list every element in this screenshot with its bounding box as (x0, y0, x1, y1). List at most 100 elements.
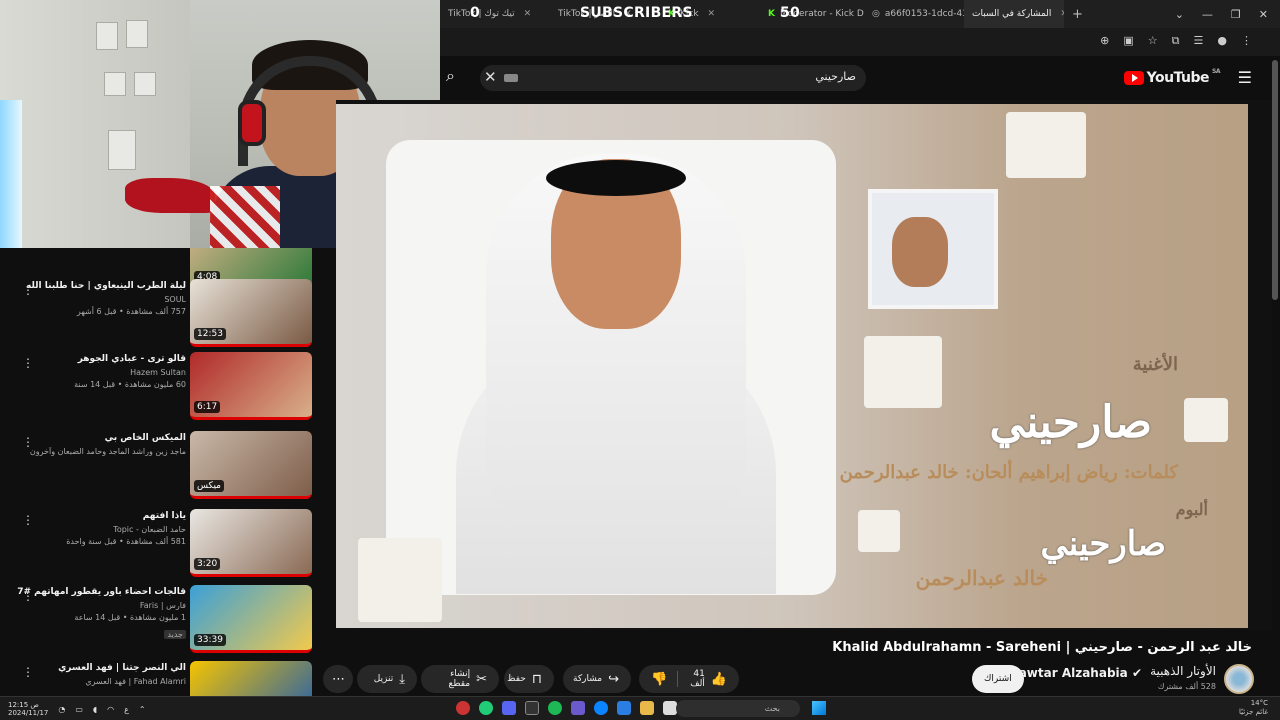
view-count: 757 ألف مشاهدة • قبل 6 أشهر (76, 307, 186, 316)
video-thumbnail[interactable]: 33:39 (190, 585, 312, 653)
browser-tab[interactable]: KModerator - Kick Da✕ (760, 0, 864, 28)
share-button[interactable]: ↪ مشاركة (563, 665, 631, 693)
app-icon[interactable] (663, 701, 677, 715)
channel-name[interactable]: SOUL (16, 295, 186, 304)
close-icon[interactable]: ✕ (708, 9, 716, 19)
video-title[interactable]: ليلة الطرب الينبعاوي | حنا طلبنا الله (16, 281, 186, 291)
video-title[interactable]: قالجات احضاء باور يقطور امهاتهم #7 💗 (16, 587, 186, 597)
globe-icon: ◎ (872, 9, 880, 19)
new-tab-icon[interactable]: + (1064, 7, 1091, 22)
channel-name[interactable]: فارس | Faris (16, 601, 186, 610)
channel-name[interactable]: Fahad Alamri | فهد العسري (16, 677, 186, 686)
channel-avatar[interactable] (1224, 664, 1254, 694)
download-button[interactable]: ⤓ تنزيل (357, 665, 417, 693)
bookmark-star-icon[interactable]: ☆ (1148, 34, 1158, 48)
page-scrollbar[interactable] (1272, 60, 1278, 300)
search-icon[interactable]: ⌕ (446, 66, 470, 90)
region-code: SA (1212, 67, 1220, 75)
video-thumbnail[interactable] (190, 661, 312, 696)
browser-tab-active[interactable]: المشاركة في السبات✕ (964, 0, 1064, 28)
song-title: صارحيني (989, 397, 1152, 448)
subscriber-count: 0 (470, 5, 481, 21)
windows-start-icon[interactable] (812, 701, 826, 715)
tray-chevron-icon[interactable]: ⌃ (139, 705, 146, 714)
keyboard-icon[interactable] (504, 74, 518, 82)
video-meta: الي النصر جتنا | فهد العسري Fahad Alamri … (16, 663, 186, 689)
more-options-icon[interactable]: ⋮ (22, 356, 34, 370)
edge-icon[interactable] (594, 701, 608, 715)
taskbar-apps (456, 701, 700, 715)
app-icon[interactable] (456, 701, 470, 715)
singer-agal (546, 160, 686, 196)
like-icon[interactable]: 👍 (711, 672, 727, 687)
duration-badge: 33:39 (194, 634, 226, 646)
zoom-icon[interactable]: ⊕ (1100, 34, 1109, 48)
view-count: 60 مليون مشاهدة • قبل 14 سنة (74, 380, 186, 389)
store-icon[interactable] (617, 701, 631, 715)
video-title[interactable]: الميكس الخاص بي (16, 433, 186, 443)
clip-button[interactable]: ✂ إنشاء مقطع (421, 665, 499, 693)
more-options-icon[interactable]: ⋮ (22, 589, 34, 603)
weather-widget[interactable]: 14°C غائم جزئيًا (1239, 699, 1268, 717)
network-icon[interactable]: ◠ (107, 705, 114, 714)
volume-icon[interactable]: ◖ (93, 705, 97, 714)
duration-badge: ميكس (194, 480, 224, 492)
weather-temp: 14°C (1250, 699, 1268, 707)
more-options-icon[interactable]: ⋮ (22, 283, 34, 297)
obs-icon[interactable] (525, 701, 539, 715)
channel-name[interactable]: حامد الضبعان - Topic (16, 525, 186, 534)
video-player[interactable]: الأغنية صارحيني كلمات: رياض إبراهيم ألحا… (336, 100, 1272, 630)
install-icon[interactable]: ▣ (1123, 34, 1133, 48)
browser-menu-icon[interactable]: ⋮ (1241, 34, 1252, 48)
browser-toolbar-icons: ⊕ ▣ ☆ ⧉ ☰ ● ⋮ (1100, 34, 1252, 48)
video-title[interactable]: قالو ترى - عبادي الجوهر (16, 354, 186, 364)
song-credits: كلمات: رياض إبراهيم ألحان: خالد عبدالرحم… (839, 462, 1178, 483)
more-options-icon[interactable]: ⋮ (22, 513, 34, 527)
video-title[interactable]: الي النصر جتنا | فهد العسري (16, 663, 186, 673)
more-actions-button[interactable]: ⋯ (323, 665, 353, 693)
extensions-icon[interactable]: ⧉ (1172, 34, 1180, 48)
video-thumbnail[interactable]: ميكس (190, 431, 312, 499)
album-cover (868, 189, 998, 309)
folder-icon[interactable] (640, 701, 654, 715)
related-videos-list: 4:085.6 مليون مشاهدة • قبل 10 سنوات12:53… (0, 248, 320, 696)
video-thumbnail[interactable]: 12:53 (190, 279, 312, 347)
browser-tab[interactable]: ◎a66f0153-1dcd-43✕ (864, 0, 964, 28)
chrome-icon[interactable] (479, 701, 493, 715)
channel-name-arabic[interactable]: الأوتار الذهبية (1150, 664, 1216, 678)
channel-name[interactable]: ماجد زين وراشد الماجد وحامد الضبعان وآخر… (16, 447, 186, 456)
language-icon[interactable]: ع (124, 705, 129, 714)
channel-name[interactable]: Hazem Sultan (16, 368, 186, 377)
youtube-logo[interactable]: YouTube SA (1123, 67, 1220, 86)
profile-avatar[interactable]: ● (1217, 34, 1227, 48)
notification-icon[interactable]: ◔ (58, 705, 65, 714)
more-options-icon[interactable]: ⋮ (22, 665, 34, 679)
video-thumbnail[interactable]: 3:20 (190, 509, 312, 577)
restore-icon[interactable]: ❐ (1231, 8, 1241, 21)
clear-search-icon[interactable]: ✕ (484, 68, 497, 86)
hamburger-menu-icon[interactable]: ☰ (1238, 68, 1252, 87)
discord-icon[interactable] (502, 701, 516, 715)
decor-square (358, 538, 442, 622)
save-button[interactable]: ⊓ حفظ (504, 665, 554, 693)
more-options-icon[interactable]: ⋮ (22, 435, 34, 449)
more-icon: ⋯ (332, 671, 345, 687)
taskbar-search[interactable]: بحث (676, 700, 800, 717)
download-icon: ⤓ (399, 671, 405, 687)
battery-icon[interactable]: ▭ (75, 705, 83, 714)
subscriber-goal: 50 (780, 5, 801, 21)
spotify-icon[interactable] (548, 701, 562, 715)
decor-square (1184, 398, 1228, 442)
minimize-icon[interactable]: — (1202, 8, 1213, 21)
video-thumbnail[interactable]: 6:17 (190, 352, 312, 420)
app-icon[interactable] (571, 701, 585, 715)
reading-list-icon[interactable]: ☰ (1194, 34, 1204, 48)
dislike-icon[interactable]: 👎 (651, 672, 667, 687)
search-input[interactable]: ✕ صارحيني (480, 65, 866, 91)
shelf (96, 22, 118, 50)
album-title: صارحيني (1040, 524, 1166, 564)
chevron-down-icon[interactable]: ⌄ (1175, 8, 1184, 21)
video-title[interactable]: ياذا افتهم (16, 511, 186, 521)
video-frame[interactable]: الأغنية صارحيني كلمات: رياض إبراهيم ألحا… (336, 104, 1248, 628)
close-window-icon[interactable]: ✕ (1259, 8, 1268, 21)
